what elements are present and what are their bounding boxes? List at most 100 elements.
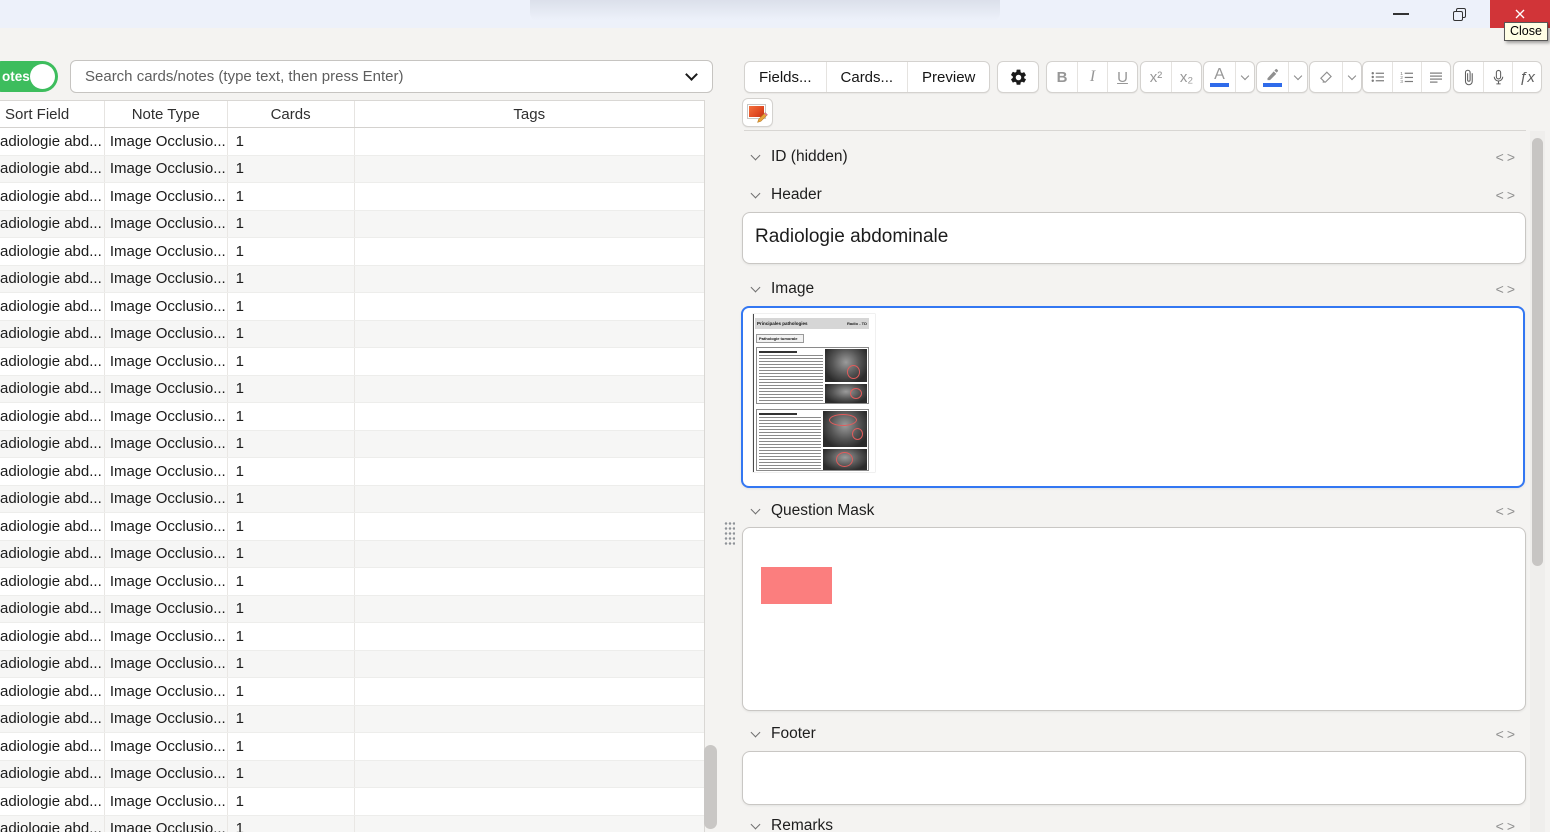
cards-button[interactable]: Cards... (825, 62, 908, 92)
cell-sort-field: adiologie abd... (0, 155, 105, 182)
field-label-question-mask[interactable]: Question Mask (771, 502, 874, 520)
alignment-button[interactable] (1421, 62, 1450, 92)
restore-button[interactable] (1436, 0, 1482, 28)
pane-resize-handle[interactable] (724, 521, 735, 547)
list-format-group: 123 (1362, 61, 1451, 93)
field-label-id[interactable]: ID (hidden) (771, 148, 848, 166)
field-label-footer[interactable]: Footer (771, 725, 816, 743)
table-row[interactable]: adiologie abd... Image Occlusio... 1 (0, 678, 704, 706)
table-row[interactable]: adiologie abd... Image Occlusio... 1 (0, 348, 704, 376)
collapse-chevron-icon[interactable] (750, 727, 761, 738)
image-occlusion-button[interactable] (742, 98, 773, 127)
table-row[interactable]: adiologie abd... Image Occlusio... 1 (0, 430, 704, 458)
remove-formatting-dropdown[interactable] (1342, 62, 1361, 92)
highlight-dropdown[interactable] (1288, 62, 1307, 92)
remove-formatting-button[interactable] (1310, 62, 1342, 92)
table-row[interactable]: adiologie abd... Image Occlusio... 1 (0, 815, 704, 832)
column-header-tags[interactable]: Tags (355, 101, 705, 127)
table-row[interactable]: adiologie abd... Image Occlusio... 1 (0, 155, 705, 183)
minimize-button[interactable] (1378, 0, 1424, 28)
highlighter-icon (1267, 68, 1279, 80)
field-label-header[interactable]: Header (771, 186, 822, 204)
cell-sort-field: adiologie abd... (0, 733, 105, 760)
field-label-remarks[interactable]: Remarks (771, 817, 833, 832)
settings-button[interactable] (998, 62, 1038, 92)
table-row[interactable]: adiologie abd... Image Occlusio... 1 (0, 238, 704, 266)
field-label-image[interactable]: Image (771, 280, 814, 298)
table-row[interactable]: adiologie abd... Image Occlusio... 1 (0, 788, 704, 816)
table-scrollbar[interactable] (704, 745, 717, 829)
text-color-button[interactable]: A (1204, 62, 1235, 92)
underline-button[interactable]: U (1107, 62, 1137, 92)
bold-button[interactable]: B (1047, 62, 1077, 92)
occlusion-mask-rect[interactable] (761, 567, 832, 604)
table-row[interactable]: adiologie abd... Image Occlusio... 1 (0, 458, 704, 486)
html-editor-toggle-icon[interactable]: <> (1496, 281, 1518, 297)
cards-table: Sort Field Note Type Cards Tags adiologi… (0, 100, 705, 832)
column-header-sort-field[interactable]: Sort Field (0, 101, 105, 127)
header-field-input[interactable]: Radiologie abdominale (742, 212, 1526, 264)
table-row[interactable]: adiologie abd... Image Occlusio... 1 (0, 183, 704, 211)
italic-button[interactable]: I (1077, 62, 1107, 92)
bullet-list-button[interactable] (1363, 62, 1392, 92)
table-row[interactable]: adiologie abd... Image Occlusio... 1 (0, 650, 704, 678)
highlight-button[interactable] (1257, 62, 1288, 92)
table-row[interactable]: adiologie abd... Image Occlusio... 1 (0, 540, 705, 568)
table-row[interactable]: adiologie abd... Image Occlusio... 1 (0, 128, 704, 156)
html-editor-toggle-icon[interactable]: <> (1496, 726, 1518, 742)
table-row[interactable]: adiologie abd... Image Occlusio... 1 (0, 210, 704, 238)
question-mask-field-input[interactable] (742, 527, 1526, 711)
table-row[interactable]: adiologie abd... Image Occlusio... 1 (0, 320, 704, 348)
collapse-chevron-icon[interactable] (750, 504, 761, 515)
html-editor-toggle-icon[interactable]: <> (1496, 187, 1518, 203)
table-row[interactable]: adiologie abd... Image Occlusio... 1 (0, 705, 704, 733)
editor-scrollbar-thumb[interactable] (1532, 138, 1543, 566)
editor-scrollbar[interactable] (1530, 131, 1545, 832)
table-row[interactable]: adiologie abd... Image Occlusio... 1 (0, 568, 704, 596)
search-bar[interactable] (70, 60, 713, 93)
gear-icon (1010, 69, 1026, 85)
collapse-chevron-icon[interactable] (750, 150, 761, 161)
attach-button[interactable] (1454, 62, 1483, 92)
html-editor-toggle-icon[interactable]: <> (1496, 149, 1518, 165)
cell-tags (355, 541, 705, 568)
image-field-input[interactable]: Principales pathologies Radio - TD Patho… (741, 306, 1525, 488)
notes-cards-toggle[interactable]: otes (0, 61, 58, 92)
ct-scan-image (825, 384, 867, 403)
table-row[interactable]: adiologie abd... Image Occlusio... 1 (0, 760, 704, 788)
subscript-button[interactable]: x₂ (1171, 62, 1201, 92)
collapse-chevron-icon[interactable] (750, 188, 761, 199)
embedded-image[interactable]: Principales pathologies Radio - TD Patho… (753, 314, 875, 472)
text-color-dropdown[interactable] (1235, 62, 1254, 92)
record-audio-button[interactable] (1483, 62, 1512, 92)
collapse-chevron-icon[interactable] (750, 819, 761, 830)
cell-note-type: Image Occlusio... (105, 815, 228, 832)
search-input[interactable] (71, 68, 687, 85)
fields-button[interactable]: Fields... (745, 62, 826, 92)
equations-button[interactable]: ƒx (1512, 62, 1541, 92)
html-editor-toggle-icon[interactable]: <> (1496, 818, 1518, 832)
cell-cards: 1 (228, 430, 355, 457)
column-header-cards[interactable]: Cards (228, 101, 355, 127)
footer-field-input[interactable] (742, 751, 1526, 805)
numbered-list-button[interactable]: 123 (1392, 62, 1421, 92)
table-row[interactable]: adiologie abd... Image Occlusio... 1 (0, 403, 704, 431)
cell-note-type: Image Occlusio... (105, 650, 228, 677)
table-row[interactable]: adiologie abd... Image Occlusio... 1 (0, 513, 704, 541)
collapse-chevron-icon[interactable] (750, 282, 761, 293)
table-row[interactable]: adiologie abd... Image Occlusio... 1 (0, 485, 704, 513)
table-row[interactable]: adiologie abd... Image Occlusio... 1 (0, 265, 704, 293)
superscript-button[interactable]: x² (1141, 62, 1171, 92)
column-header-note-type[interactable]: Note Type (105, 101, 228, 127)
cell-sort-field: adiologie abd... (0, 348, 105, 375)
table-row[interactable]: adiologie abd... Image Occlusio... 1 (0, 623, 704, 651)
table-row[interactable]: adiologie abd... Image Occlusio... 1 (0, 375, 704, 403)
html-editor-toggle-icon[interactable]: <> (1496, 503, 1518, 519)
cell-tags (355, 156, 705, 183)
search-history-chevron-icon[interactable] (685, 68, 698, 81)
table-row[interactable]: adiologie abd... Image Occlusio... 1 (0, 595, 704, 623)
table-row[interactable]: adiologie abd... Image Occlusio... 1 (0, 733, 704, 761)
ct-scan-image (825, 349, 867, 382)
preview-button[interactable]: Preview (907, 62, 989, 92)
table-row[interactable]: adiologie abd... Image Occlusio... 1 (0, 293, 704, 321)
